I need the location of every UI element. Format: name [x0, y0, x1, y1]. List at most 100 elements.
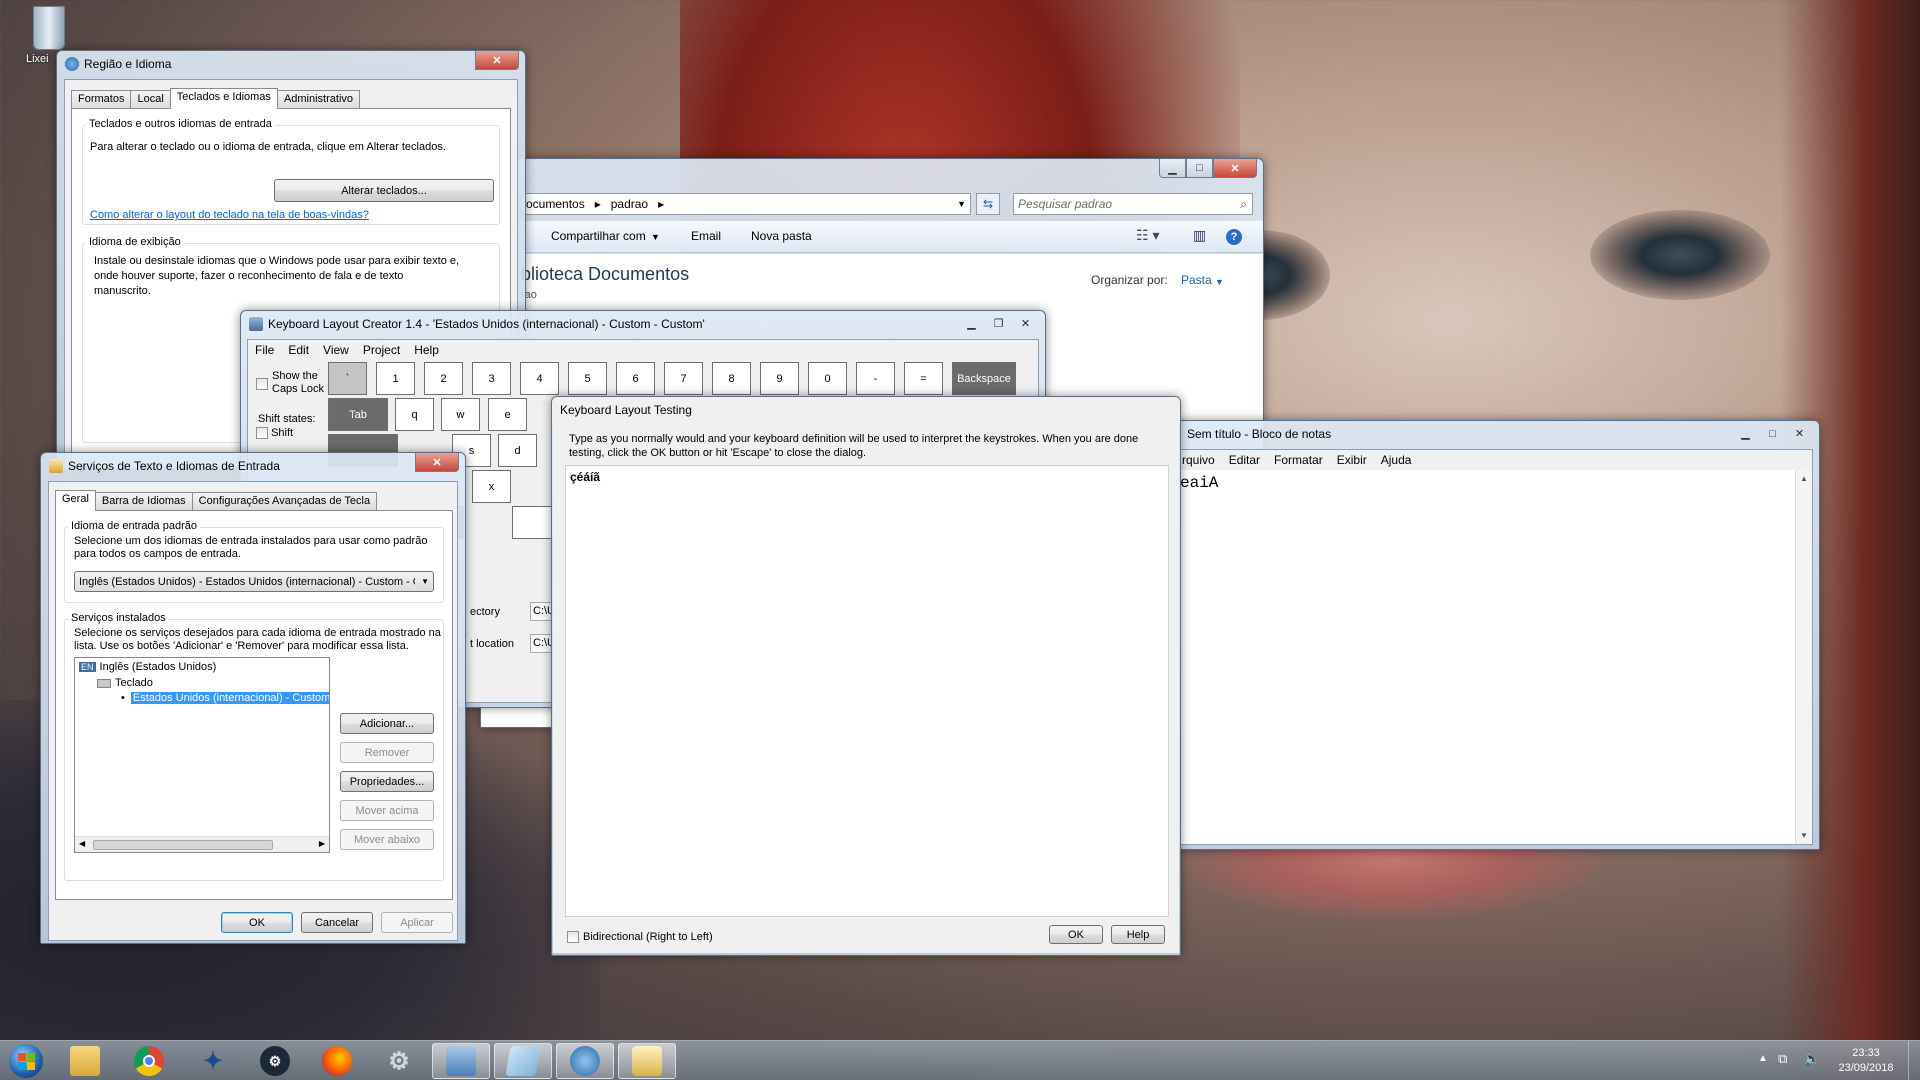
start-button[interactable] [4, 1041, 48, 1080]
minimize-button[interactable]: ▁ [958, 314, 985, 333]
add-button[interactable]: Adicionar... [340, 713, 434, 734]
tree-item-node[interactable]: • Estados Unidos (internacional) - Custo… [121, 692, 329, 704]
key-1[interactable]: 1 [376, 362, 415, 395]
caps-lock-checkbox[interactable]: Show the Caps Lock [256, 370, 324, 396]
remove-button[interactable]: Remover [340, 742, 434, 763]
tray-volume-icon[interactable]: 🔈 [1804, 1051, 1820, 1067]
testing-help-button[interactable]: Help [1111, 925, 1165, 944]
minimize-button[interactable]: ▁ [1159, 159, 1186, 178]
clock[interactable]: 23:33 23/09/2018 [1826, 1046, 1906, 1076]
new-folder-button[interactable]: Nova pasta [751, 230, 812, 243]
maximize-button[interactable]: □ [1759, 424, 1786, 443]
tree-category-node[interactable]: Teclado [97, 677, 153, 689]
taskbar-settings[interactable]: ⚙ [370, 1043, 428, 1079]
key-9[interactable]: 9 [760, 362, 799, 395]
caps-lock-check[interactable] [256, 378, 268, 390]
key-tab[interactable]: Tab [328, 398, 388, 431]
menu-edit[interactable]: Edit [288, 343, 309, 357]
scroll-left-icon[interactable]: ◀ [79, 839, 85, 848]
breadcrumb-documentos[interactable]: ocumentos [526, 197, 585, 211]
breadcrumb-padrao[interactable]: padrao [611, 197, 648, 211]
scroll-down-icon[interactable]: ▼ [1796, 831, 1812, 840]
chevron-down-icon[interactable]: ▼ [957, 199, 966, 209]
menu-file[interactable]: File [255, 343, 274, 357]
shift-checkbox[interactable]: Shift [256, 427, 293, 440]
show-desktop-button[interactable] [1908, 1041, 1920, 1080]
ok-button[interactable]: OK [221, 912, 293, 933]
key-e[interactable]: e [488, 398, 527, 431]
taskbar-chrome[interactable] [120, 1043, 178, 1079]
taskbar-region[interactable] [618, 1043, 676, 1079]
move-down-button[interactable]: Mover abaixo [340, 829, 434, 850]
key-3[interactable]: 3 [472, 362, 511, 395]
maximize-button[interactable]: □ [1186, 159, 1213, 178]
taskbar-firefox[interactable] [308, 1043, 366, 1079]
vertical-scrollbar[interactable]: ▲ ▼ [1795, 470, 1812, 844]
close-button[interactable]: ✕ [1012, 314, 1039, 333]
tab-geral[interactable]: Geral [55, 490, 96, 511]
taskbar-steam[interactable]: ⚙ [246, 1043, 304, 1079]
tab-barra-de-idiomas[interactable]: Barra de Idiomas [94, 492, 193, 510]
search-input[interactable]: Pesquisar padrao ⌕ [1013, 193, 1253, 215]
preview-pane-icon[interactable]: ▥ [1193, 228, 1206, 242]
menu-exibir[interactable]: Exibir [1337, 453, 1367, 467]
scroll-thumb[interactable] [93, 840, 273, 850]
minimize-button[interactable]: ▁ [1732, 424, 1759, 443]
tab-administrativo[interactable]: Administrativo [276, 90, 361, 108]
key-6[interactable]: 6 [616, 362, 655, 395]
key-0[interactable]: 0 [808, 362, 847, 395]
key-7[interactable]: 7 [664, 362, 703, 395]
key-8[interactable]: 8 [712, 362, 751, 395]
testing-input-area[interactable]: çéáíã [565, 465, 1169, 917]
horizontal-scrollbar[interactable]: ◀ ▶ [75, 836, 329, 852]
bidi-checkbox[interactable]: Bidirectional (Right to Left) [567, 931, 713, 943]
key-equals[interactable]: = [904, 362, 943, 395]
testing-ok-button[interactable]: OK [1049, 925, 1103, 944]
taskbar-explorer[interactable] [56, 1043, 114, 1079]
tray-show-hidden-icon[interactable]: ▲ [1758, 1053, 1768, 1064]
tray-network-icon[interactable]: ⧉ [1778, 1051, 1787, 1067]
menu-ajuda[interactable]: Ajuda [1381, 453, 1412, 467]
move-up-button[interactable]: Mover acima [340, 800, 434, 821]
menu-view[interactable]: View [323, 343, 349, 357]
tab-teclados-e-idiomas[interactable]: Teclados e Idiomas [169, 88, 278, 109]
key-x[interactable]: x [472, 470, 511, 503]
properties-button[interactable]: Propriedades... [340, 771, 434, 792]
change-keyboards-button[interactable]: Alterar teclados... [274, 179, 494, 202]
notepad-text-area[interactable]: eaiA [1180, 474, 1792, 840]
organize-value[interactable]: Pasta [1181, 274, 1212, 287]
key-4[interactable]: 4 [520, 362, 559, 395]
welcome-screen-layout-link[interactable]: Como alterar o layout do teclado na tela… [90, 209, 369, 222]
key-q[interactable]: q [395, 398, 434, 431]
tree-language-node[interactable]: EN Inglês (Estados Unidos) [79, 661, 216, 673]
apply-button[interactable]: Aplicar [381, 912, 453, 933]
taskbar-battlenet[interactable]: ✦ [184, 1043, 242, 1079]
close-button[interactable]: ✕ [1786, 424, 1813, 443]
key-backtick[interactable]: ` [328, 362, 367, 395]
taskbar-control-panel[interactable] [432, 1043, 490, 1079]
key-5[interactable]: 5 [568, 362, 607, 395]
key-d[interactable]: d [498, 434, 537, 467]
address-bar[interactable]: ocumentos ▸ padrao ▸ ▼ [521, 193, 971, 215]
refresh-icon[interactable]: ⇆ [976, 193, 1000, 215]
menu-project[interactable]: Project [363, 343, 400, 357]
menu-help[interactable]: Help [414, 343, 439, 357]
email-button[interactable]: Email [691, 230, 721, 243]
key-backspace[interactable]: Backspace [952, 362, 1016, 395]
menu-formatar[interactable]: Formatar [1274, 453, 1323, 467]
taskbar-notepad[interactable] [494, 1043, 552, 1079]
tab-configuracoes-avancadas[interactable]: Configurações Avançadas de Tecla [191, 492, 378, 510]
key-minus[interactable]: - [856, 362, 895, 395]
cancel-button[interactable]: Cancelar [301, 912, 373, 933]
menu-editar[interactable]: Editar [1229, 453, 1260, 467]
tab-formatos[interactable]: Formatos [71, 90, 132, 108]
default-language-dropdown[interactable]: Inglês (Estados Unidos) - Estados Unidos… [74, 571, 434, 592]
taskbar-keyboard-tool[interactable] [556, 1043, 614, 1079]
close-button[interactable]: ✕ [475, 51, 519, 70]
scroll-right-icon[interactable]: ▶ [319, 839, 325, 848]
key-2[interactable]: 2 [424, 362, 463, 395]
tab-local[interactable]: Local [130, 90, 171, 108]
services-tree[interactable]: EN Inglês (Estados Unidos) Teclado • Est… [74, 657, 330, 853]
help-icon[interactable]: ? [1226, 229, 1242, 245]
scroll-up-icon[interactable]: ▲ [1796, 474, 1812, 483]
